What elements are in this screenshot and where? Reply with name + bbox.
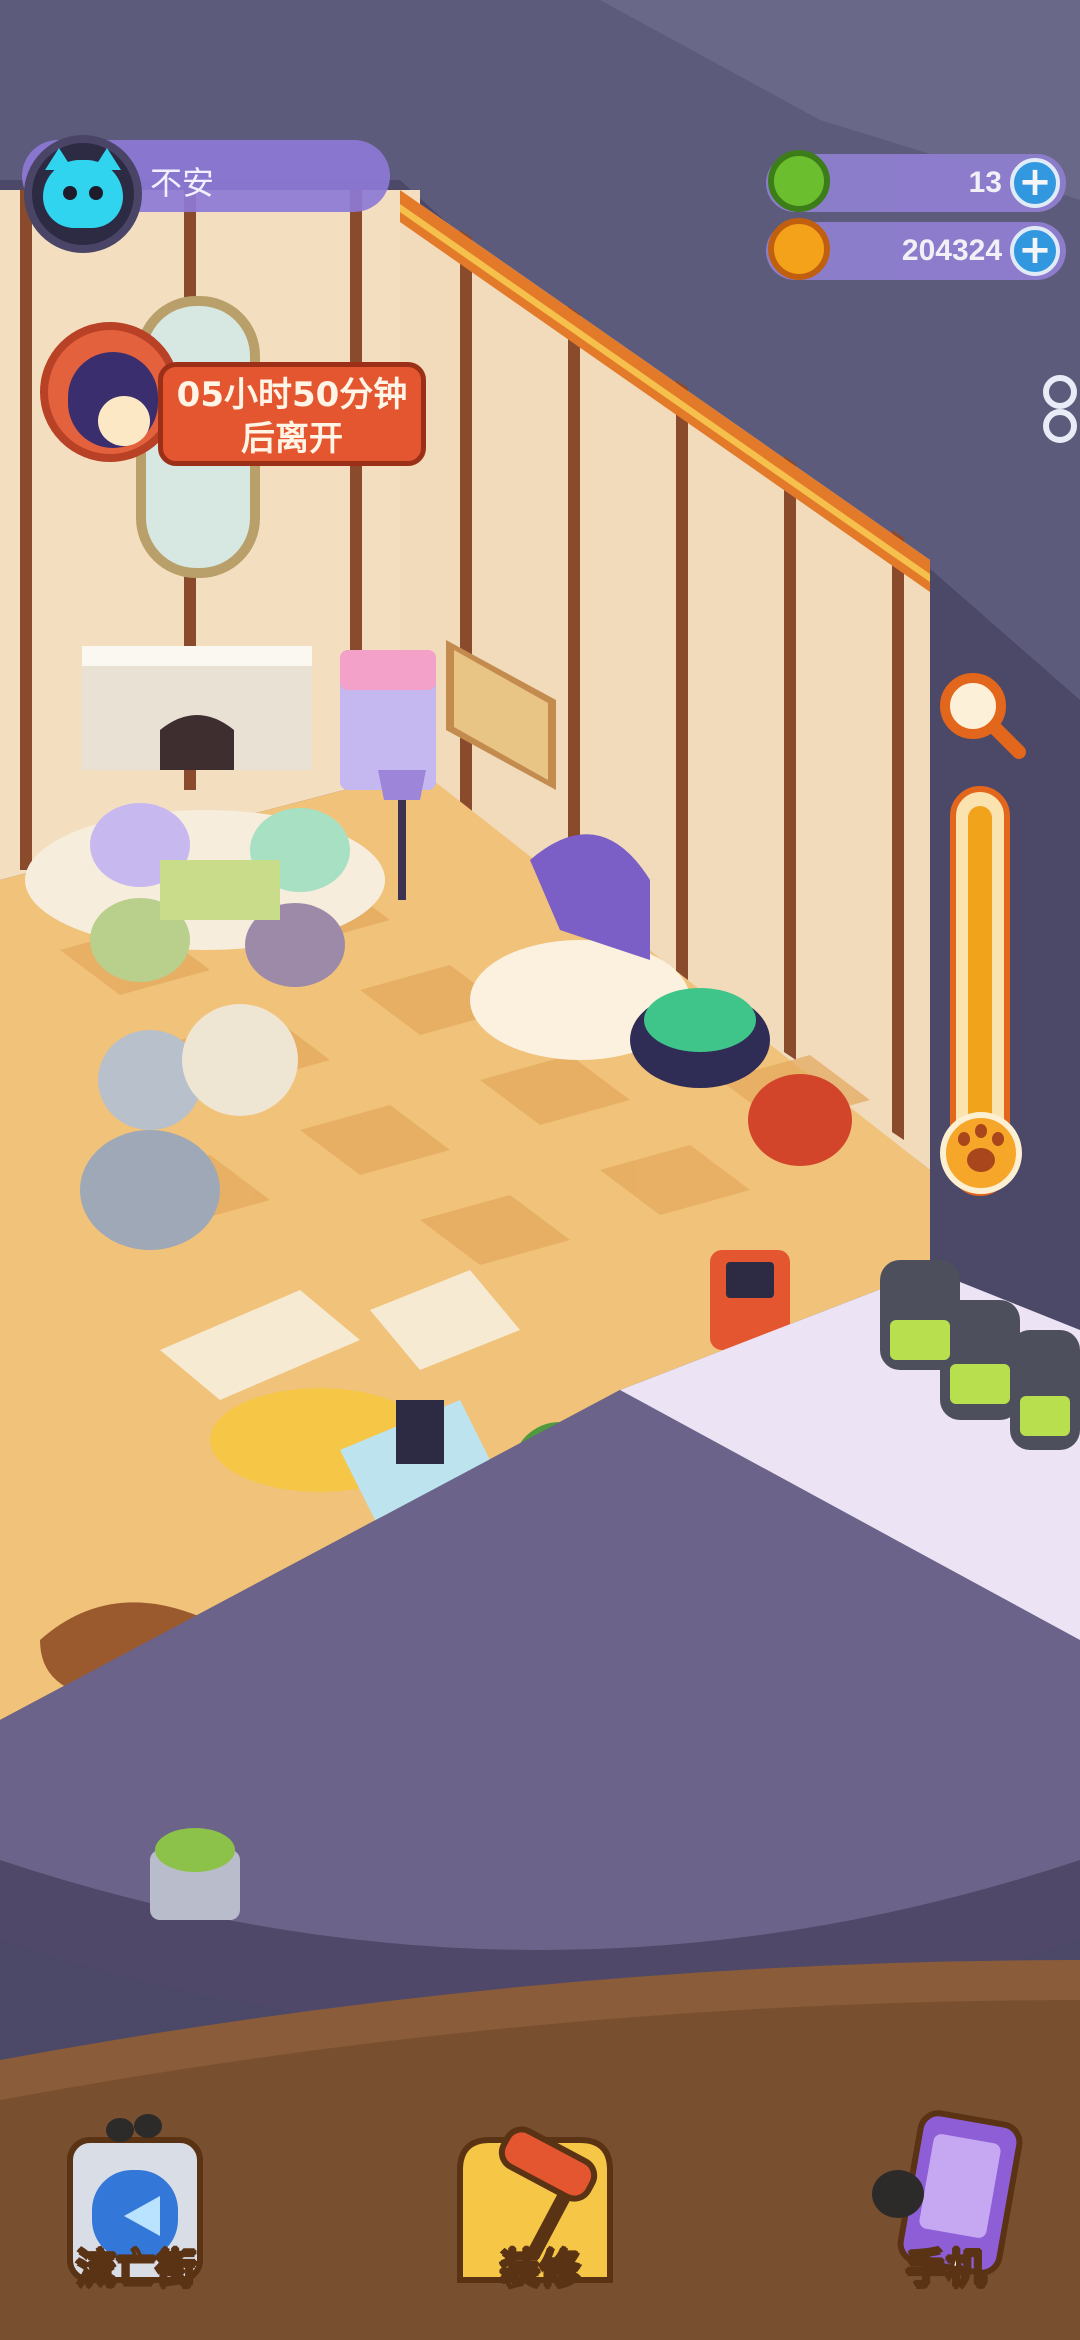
timer-line-2: 后离开 [241, 419, 343, 459]
magnifier-icon[interactable] [935, 668, 1027, 760]
coin-count: 204324 [901, 234, 1002, 267]
gem-count: 13 [968, 166, 1002, 199]
player-name: 不安 [150, 164, 215, 202]
zoom-slider-fill [968, 806, 992, 1150]
scissors-icon[interactable] [1028, 372, 1080, 446]
visitor-timer: 05小时50分钟 后离开 [158, 362, 426, 466]
timer-line-1: 05小时50分钟 [176, 375, 408, 415]
cyan-cat-avatar-icon[interactable] [24, 135, 142, 253]
exile-street-label[interactable]: 流亡街 [36, 2236, 236, 2294]
paw-icon[interactable] [940, 1112, 1022, 1194]
add-gems-button[interactable]: + [1010, 158, 1060, 208]
green-gem-icon [768, 150, 830, 212]
add-coins-button[interactable]: + [1010, 226, 1060, 276]
phone-label[interactable]: 手机 [846, 2236, 1046, 2294]
decorate-label[interactable]: 装修 [440, 2236, 640, 2294]
orange-planet-coin-icon [768, 218, 830, 280]
